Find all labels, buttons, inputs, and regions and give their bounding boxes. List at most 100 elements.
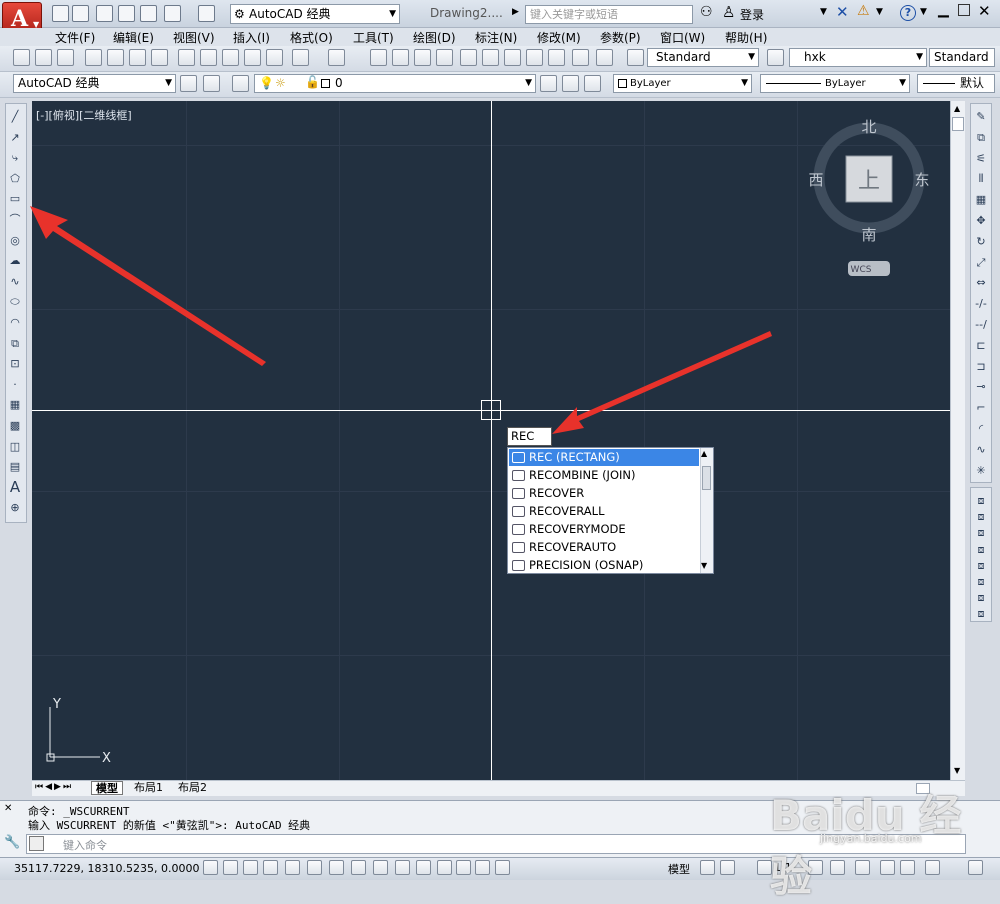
zoom-realtime-icon[interactable] (392, 49, 409, 66)
gear-icon[interactable] (180, 75, 197, 92)
menu-item-3[interactable]: 插入(I) (233, 29, 270, 46)
add-selected-icon[interactable]: ⊕ (7, 499, 23, 516)
object-snap-tracking-icon[interactable] (351, 860, 366, 875)
print-icon[interactable] (85, 49, 102, 66)
scale-icon[interactable]: ⤢ (973, 254, 989, 271)
compass-north[interactable]: 北 (861, 118, 876, 136)
construction-line-icon[interactable]: ↗ (7, 129, 23, 146)
break-at-point-icon[interactable]: ⊏ (973, 337, 989, 354)
menu-item-11[interactable]: 帮助(H) (725, 29, 767, 46)
line-icon[interactable]: ╱ (7, 108, 23, 125)
text-style-icon[interactable] (627, 49, 644, 66)
customize-icon[interactable] (203, 75, 220, 92)
redo-icon[interactable] (198, 5, 215, 22)
autocomplete-item[interactable]: RECOMBINE (JOIN) (509, 467, 699, 484)
redo-icon[interactable] (328, 49, 345, 66)
properties-icon[interactable] (460, 49, 477, 66)
quickcalc-icon[interactable] (572, 49, 589, 66)
help-button[interactable]: ? (900, 5, 916, 21)
region-icon[interactable]: ◫ (7, 438, 23, 455)
publish-icon[interactable] (129, 49, 146, 66)
lock-ui-icon[interactable] (880, 860, 895, 875)
open-icon[interactable] (72, 5, 89, 22)
design-center-icon[interactable] (482, 49, 499, 66)
object-snap-icon[interactable] (307, 860, 322, 875)
close-command-icon[interactable]: ✕ (4, 803, 12, 814)
linetype-select[interactable]: ByLayer ▼ (760, 74, 910, 93)
vertical-scrollbar[interactable]: ▲ ▼ (950, 101, 965, 780)
model-space-toggle[interactable]: 模型 (668, 861, 690, 877)
menu-item-10[interactable]: 窗口(W) (660, 29, 705, 46)
plot-preview-icon[interactable] (107, 49, 124, 66)
infer-constraints-icon[interactable] (203, 860, 218, 875)
layer-select[interactable]: 💡 ☼ 🔓 0 ▼ (254, 74, 536, 93)
new-icon[interactable] (52, 5, 69, 22)
polygon-icon[interactable]: ⬠ (7, 170, 23, 187)
gradient-icon[interactable]: ▩ (7, 417, 23, 434)
menu-item-8[interactable]: 修改(M) (537, 29, 581, 46)
layer-properties-icon[interactable] (232, 75, 249, 92)
close-button[interactable]: ✕ (978, 2, 991, 20)
minimize-button[interactable]: ▁ (938, 2, 949, 18)
lineweight-select[interactable]: 默认 (917, 74, 995, 93)
lineweight-icon[interactable] (416, 860, 431, 875)
save-icon[interactable] (96, 5, 113, 22)
send-under-icon[interactable]: ⧈ (973, 541, 989, 558)
copy-object-icon[interactable]: ⧉ (973, 129, 989, 146)
scroll-down-icon[interactable]: ▼ (954, 766, 960, 775)
color-select[interactable]: ByLayer ▼ (613, 74, 752, 93)
ellipse-icon[interactable]: ⬭ (7, 293, 23, 310)
chevron-right-icon[interactable]: ▶ (512, 7, 519, 17)
viewport-controls-label[interactable]: [-][俯视][二维线框] (36, 107, 132, 123)
workspace-dropdown[interactable]: AutoCAD 经典 ▼ (13, 74, 176, 93)
menu-item-7[interactable]: 标注(N) (475, 29, 517, 46)
erase-icon[interactable]: ✎ (973, 108, 989, 125)
annotation-scale-icon[interactable] (757, 860, 772, 875)
undo-icon[interactable] (292, 49, 309, 66)
insert-block-icon[interactable]: ⧉ (7, 335, 23, 352)
zoom-window-icon[interactable] (414, 49, 431, 66)
arc-icon[interactable]: ⌒ (7, 211, 23, 228)
autocomplete-item[interactable]: RECOVER (509, 485, 699, 502)
annotation-scale[interactable]: 1:1 (774, 861, 792, 874)
undo-icon[interactable] (164, 5, 181, 22)
grid-display-icon[interactable] (243, 860, 258, 875)
dropdown-scroll-thumb[interactable] (702, 466, 711, 490)
workspace-select[interactable]: ⚙ AutoCAD 经典 ▼ (230, 4, 400, 24)
a360-icon[interactable]: ⚠ (857, 3, 870, 19)
spline-icon[interactable]: ∿ (7, 273, 23, 290)
bring-above-icon[interactable]: ⧈ (973, 524, 989, 541)
table-icon[interactable]: ▤ (7, 458, 23, 475)
tool-palettes-icon[interactable] (504, 49, 521, 66)
menu-item-0[interactable]: 文件(F) (55, 29, 95, 46)
scroll-up-icon[interactable]: ▲ (701, 449, 707, 458)
drawing-quick-view-icon[interactable] (720, 860, 735, 875)
dynamic-input-icon[interactable] (395, 860, 410, 875)
compass-south[interactable]: 南 (861, 226, 876, 244)
point-icon[interactable]: · (7, 376, 23, 393)
move-icon[interactable]: ✥ (973, 212, 989, 229)
tab-model[interactable]: 模型 (91, 781, 123, 795)
circle-icon[interactable]: ◎ (7, 232, 23, 249)
viewcube[interactable]: 上 北 南 西 东 WCS (800, 110, 940, 280)
menu-item-1[interactable]: 编辑(E) (113, 29, 154, 46)
hatch-icon[interactable]: ▦ (7, 396, 23, 413)
dim-to-front-icon[interactable]: ⧈ (973, 573, 989, 590)
command-input[interactable]: 键入命令 (26, 834, 966, 854)
match-properties-icon[interactable] (244, 49, 261, 66)
text-style-select[interactable]: Standard ▼ (647, 48, 759, 67)
sheet-set-icon[interactable] (526, 49, 543, 66)
autocomplete-item[interactable]: RECOVERYMODE (509, 521, 699, 538)
pan-icon[interactable] (370, 49, 387, 66)
dynamic-ucs-icon[interactable] (373, 860, 388, 875)
menu-item-4[interactable]: 格式(O) (290, 29, 333, 46)
layout-quick-view-icon[interactable] (700, 860, 715, 875)
join-icon[interactable]: ⊸ (973, 378, 989, 395)
clean-screen-icon[interactable] (968, 860, 983, 875)
help-icon[interactable] (596, 49, 613, 66)
scroll-down-icon[interactable]: ▼ (701, 561, 707, 570)
layer-previous-icon[interactable] (562, 75, 579, 92)
chevron-down-icon[interactable]: ▼ (820, 7, 827, 17)
autocomplete-item[interactable]: RECOVERAUTO (509, 539, 699, 556)
tab-nav-arrows[interactable]: ⏮◀▶⏭ (35, 782, 73, 792)
